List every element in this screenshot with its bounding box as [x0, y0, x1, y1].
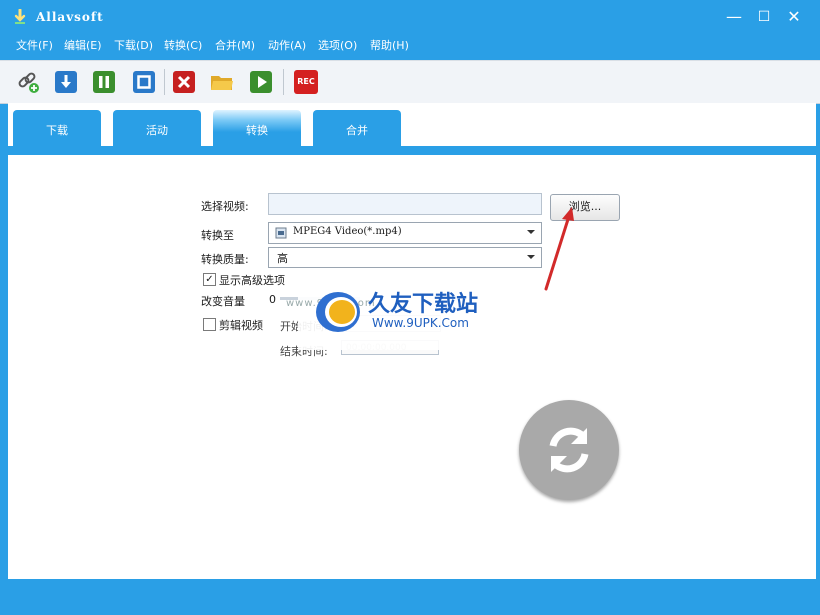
- edit-video-checkbox[interactable]: [203, 318, 216, 331]
- menu-action[interactable]: 动作(A): [268, 37, 306, 53]
- start-convert-button[interactable]: [519, 400, 619, 500]
- quality-value: 高: [277, 252, 288, 265]
- select-video-label: 选择视频:: [201, 200, 249, 213]
- annotation-arrow: [544, 207, 574, 291]
- toolbar-separator: [164, 69, 165, 95]
- tab-merge[interactable]: 合并: [313, 110, 401, 149]
- tab-convert[interactable]: 转换: [213, 110, 301, 149]
- toolbar: REC: [0, 60, 820, 104]
- menu-merge[interactable]: 合并(M): [215, 37, 255, 53]
- advanced-options-label: 显示高级选项: [219, 274, 285, 287]
- volume-label: 改变音量: [201, 295, 245, 308]
- quality-label: 转换质量:: [201, 253, 249, 266]
- convert-panel: 选择视频: 浏览... 转换至 MPEG4 Video(*.mp4) 转换质量:…: [8, 155, 816, 579]
- app-window: Allavsoft — ☐ ✕ 文件(F) 编辑(E) 下载(D) 转换(C) …: [0, 0, 820, 615]
- window-title: Allavsoft: [36, 10, 104, 24]
- record-button[interactable]: REC: [294, 70, 318, 94]
- menu-help[interactable]: 帮助(H): [370, 37, 409, 53]
- status-bar: [0, 580, 820, 615]
- pause-icon[interactable]: [92, 70, 116, 94]
- tab-active[interactable]: 活动: [113, 110, 201, 149]
- video-file-icon: [275, 227, 287, 239]
- download-icon[interactable]: [54, 70, 78, 94]
- convert-to-label: 转换至: [201, 229, 234, 242]
- format-select[interactable]: MPEG4 Video(*.mp4): [268, 222, 542, 244]
- advanced-options-checkbox[interactable]: ✓: [203, 273, 216, 286]
- watermark: www.9UPK.com 久友下载站 Www.9UPK.Com: [286, 280, 528, 350]
- stop-icon[interactable]: [132, 70, 156, 94]
- watermark-url: Www.9UPK.Com: [372, 316, 469, 330]
- toolbar-separator: [283, 69, 284, 95]
- watermark-brand: 久友下载站: [368, 292, 479, 317]
- chevron-down-icon: [527, 230, 535, 234]
- volume-value: 0: [269, 293, 276, 306]
- maximize-button[interactable]: ☐: [752, 6, 776, 28]
- close-button[interactable]: ✕: [782, 6, 806, 28]
- minimize-button[interactable]: —: [722, 6, 746, 28]
- refresh-icon: [549, 427, 589, 473]
- chevron-down-icon: [527, 255, 535, 259]
- tab-download[interactable]: 下载: [13, 110, 101, 149]
- play-icon[interactable]: [249, 70, 273, 94]
- format-value: MPEG4 Video(*.mp4): [293, 226, 402, 237]
- menu-edit[interactable]: 编辑(E): [64, 37, 102, 53]
- add-link-icon[interactable]: [16, 70, 40, 94]
- menu-file[interactable]: 文件(F): [16, 37, 53, 53]
- edit-video-label: 剪辑视频: [219, 319, 263, 332]
- menu-download[interactable]: 下载(D): [114, 37, 153, 53]
- tab-underline: [8, 146, 816, 155]
- video-path-input[interactable]: [268, 193, 542, 215]
- menu-convert[interactable]: 转换(C): [164, 37, 202, 53]
- title-bar: Allavsoft — ☐ ✕: [0, 0, 820, 34]
- menu-bar: 文件(F) 编辑(E) 下载(D) 转换(C) 合并(M) 动作(A) 选项(O…: [0, 34, 820, 56]
- delete-icon[interactable]: [172, 70, 196, 94]
- app-logo-icon: [14, 9, 26, 24]
- watermark-logo-icon: [316, 292, 360, 332]
- menu-options[interactable]: 选项(O): [318, 37, 357, 53]
- open-folder-icon[interactable]: [210, 70, 234, 94]
- quality-select[interactable]: 高: [268, 247, 542, 268]
